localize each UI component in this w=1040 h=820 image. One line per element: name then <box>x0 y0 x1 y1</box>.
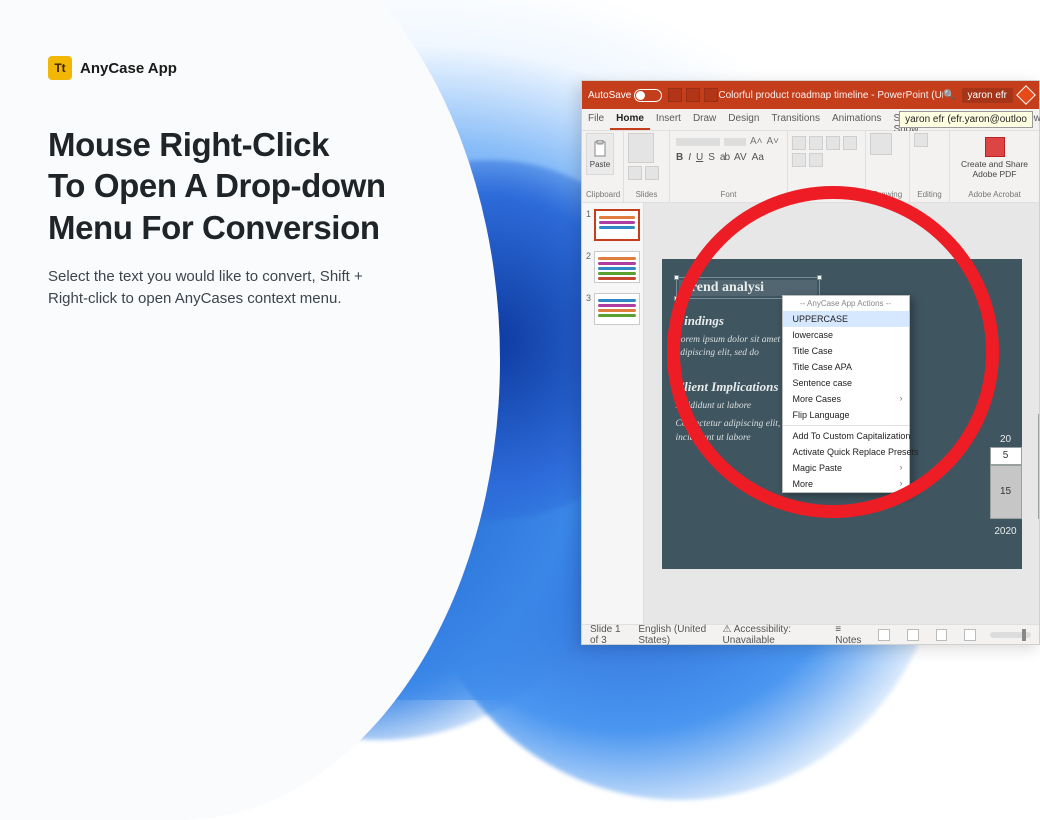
title-bar: AutoSave Colorful product roadmap timeli… <box>582 81 1039 109</box>
tab-file[interactable]: File <box>582 109 610 130</box>
view-slideshow-button[interactable] <box>964 629 976 641</box>
bullets-button[interactable] <box>792 136 806 150</box>
chart-total-2021: 29 <box>1038 401 1040 412</box>
chart-seg-2021-b: 25 <box>1038 429 1040 519</box>
ctx-item-uppercase[interactable]: UPPERCASE <box>783 311 909 327</box>
ribbon: Paste Clipboard Slides A˄A˅ BIUSabAVAa F… <box>582 131 1039 203</box>
selected-text[interactable]: Trend analysi <box>679 280 817 296</box>
user-chip[interactable]: yaron efr <box>962 88 1013 103</box>
redo-icon[interactable] <box>704 88 718 102</box>
brand-logo: Tt AnyCase App <box>48 56 448 80</box>
stacked-bar-chart: 515202020425292021 <box>986 397 1040 537</box>
ctx-item-magic-paste[interactable]: Magic Paste <box>783 460 909 476</box>
logo-icon: Tt <box>48 56 72 80</box>
tab-transitions[interactable]: Transitions <box>765 109 826 130</box>
save-icon[interactable] <box>668 88 682 102</box>
new-slide-button[interactable] <box>628 133 654 163</box>
ctx-item-title-case[interactable]: Title Case <box>783 343 909 359</box>
notes-button[interactable]: ≡ Notes <box>835 624 861 646</box>
thumbnail-3[interactable]: 3 <box>586 293 639 325</box>
reset-button[interactable] <box>645 166 659 180</box>
view-normal-button[interactable] <box>878 629 890 641</box>
ribbon-group-slides: Slides <box>628 188 665 202</box>
headline: Mouse Right-Click To Open A Drop-down Me… <box>48 124 448 248</box>
ctx-item-flip-language[interactable]: Flip Language <box>783 407 909 423</box>
anycase-context-menu: -- AnyCase App Actions -- UPPERCASElower… <box>782 295 910 493</box>
status-language[interactable]: English (United States) <box>638 624 708 646</box>
ctx-item-activate-quick-replace-presets[interactable]: Activate Quick Replace Presets <box>783 444 909 460</box>
chart-total-2020: 20 <box>990 434 1022 445</box>
tab-design[interactable]: Design <box>722 109 765 130</box>
ribbon-group-clipboard: Clipboard <box>586 188 619 202</box>
search-icon[interactable]: 🔍 <box>943 90 955 101</box>
ribbon-group-paragraph: Paragraph <box>792 188 861 202</box>
subheading: Select the text you would like to conver… <box>48 266 368 310</box>
chart-seg-2021-a: 4 <box>1038 414 1040 428</box>
tab-home[interactable]: Home <box>610 109 650 130</box>
context-menu-header: -- AnyCase App Actions -- <box>783 296 909 311</box>
indent-button[interactable] <box>826 136 840 150</box>
ctx-item-add-to-custom-capitalization[interactable]: Add To Custom Capitalization <box>783 428 909 444</box>
adobe-pdf-icon[interactable] <box>985 137 1005 157</box>
powerpoint-window: AutoSave Colorful product roadmap timeli… <box>581 80 1040 645</box>
slide-thumbnails: 1 2 3 <box>582 203 644 624</box>
view-sorter-button[interactable] <box>907 629 919 641</box>
tab-insert[interactable]: Insert <box>650 109 687 130</box>
chart-seg-2020-a: 5 <box>990 447 1022 465</box>
autosave-toggle[interactable]: AutoSave <box>588 89 662 102</box>
ctx-item-lowercase[interactable]: lowercase <box>783 327 909 343</box>
tab-draw[interactable]: Draw <box>687 109 722 130</box>
ribbon-group-font: Font <box>674 188 783 202</box>
ribbon-group-editing: Editing <box>914 188 945 202</box>
status-accessibility[interactable]: ⚠ Accessibility: Unavailable <box>723 624 808 646</box>
brand-name: AnyCase App <box>80 60 177 77</box>
chart-label-2021: 2021 <box>1038 526 1040 537</box>
thumbnail-2[interactable]: 2 <box>586 251 639 283</box>
chart-label-2020: 2020 <box>990 526 1022 537</box>
zoom-slider[interactable] <box>990 632 1031 638</box>
status-bar: Slide 1 of 3 English (United States) ⚠ A… <box>582 624 1039 644</box>
slide-stage[interactable]: Trend analysi Findings Lorem ipsum dolor… <box>644 203 1039 624</box>
chart-seg-2020-b: 15 <box>990 465 1022 519</box>
paste-button[interactable]: Paste <box>586 133 614 175</box>
align-button[interactable] <box>843 136 857 150</box>
find-button[interactable] <box>914 133 928 147</box>
numbering-button[interactable] <box>809 136 823 150</box>
slide-canvas[interactable]: Trend analysi Findings Lorem ipsum dolor… <box>662 259 1022 569</box>
view-reading-button[interactable] <box>936 629 948 641</box>
status-slide-count: Slide 1 of 3 <box>590 624 624 646</box>
undo-icon[interactable] <box>686 88 700 102</box>
layout-button[interactable] <box>628 166 642 180</box>
ribbon-group-adobe: Adobe Acrobat <box>954 188 1035 202</box>
window-title: Colorful product roadmap timeline - Powe… <box>718 90 943 101</box>
tab-animations[interactable]: Animations <box>826 109 887 130</box>
shapes-button[interactable] <box>870 133 892 155</box>
user-tooltip: yaron efr (efr.yaron@outloo <box>899 111 1033 128</box>
adobe-pdf-label[interactable]: Create and Share Adobe PDF <box>956 159 1033 179</box>
ribbon-group-drawing: Drawing <box>870 188 905 202</box>
linespacing-button[interactable] <box>792 153 806 167</box>
columns-button[interactable] <box>809 153 823 167</box>
ctx-item-sentence-case[interactable]: Sentence case <box>783 375 909 391</box>
thumbnail-1[interactable]: 1 <box>586 209 639 241</box>
ctx-item-title-case-apa[interactable]: Title Case APA <box>783 359 909 375</box>
diamond-icon[interactable] <box>1016 85 1036 105</box>
ctx-item-more[interactable]: More <box>783 476 909 492</box>
ctx-item-more-cases[interactable]: More Cases <box>783 391 909 407</box>
